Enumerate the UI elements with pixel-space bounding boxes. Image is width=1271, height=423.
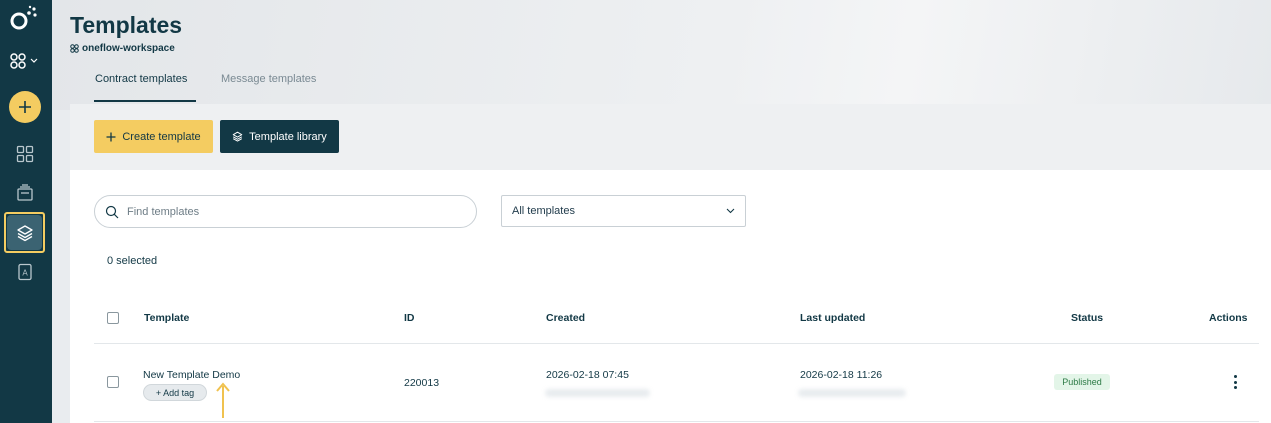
workspace-label: oneflow-workspace [70,43,175,54]
templates-layers-icon [16,224,33,241]
column-header-last-updated[interactable]: Last updated [800,312,865,324]
create-template-button[interactable]: Create template [94,120,213,153]
row-checkbox[interactable] [107,376,119,388]
search-input[interactable] [127,205,447,218]
address-book-icon: A [18,263,32,281]
template-library-button[interactable]: Template library [220,120,339,153]
updated-date: 2026-02-18 11:26 [800,369,883,381]
tab-message-templates[interactable]: Message templates [221,73,316,85]
sidebar-item-documents[interactable] [12,180,38,206]
row-actions-menu-icon[interactable] [1229,374,1241,390]
search-icon [105,205,119,218]
workspace-switch-icon [10,53,26,69]
active-tab-indicator [94,100,196,102]
oneflow-logo-icon[interactable] [10,5,40,33]
svg-text:A: A [22,269,28,278]
template-library-label: Template library [249,130,327,143]
template-id: 220013 [404,377,440,389]
workspace-name: oneflow-workspace [82,43,175,54]
selected-count: 0 selected [107,255,158,267]
row-divider [94,421,1259,422]
sidebar-item-dashboard[interactable] [12,141,38,167]
pointer-arrow-icon [216,382,230,418]
page-header [52,0,1271,110]
template-type-value: All templates [512,205,575,217]
header-divider [94,343,1259,344]
create-template-label: Create template [122,130,201,143]
templates-layers-icon [232,131,243,142]
chevron-down-icon [30,58,38,63]
column-header-id[interactable]: ID [404,312,415,324]
column-header-created[interactable]: Created [546,312,585,324]
select-all-checkbox[interactable] [107,312,119,324]
column-header-actions: Actions [1209,312,1248,324]
column-header-status: Status [1071,312,1104,324]
template-type-select[interactable]: All templates [501,195,746,227]
sidebar-item-address-book[interactable]: A [12,259,38,285]
created-date: 2026-02-18 07:45 [546,369,629,381]
create-new-button[interactable] [9,91,41,123]
page-title: Templates [70,12,183,38]
created-by-redacted [545,389,650,397]
plus-icon [19,101,31,113]
search-field[interactable] [94,195,477,228]
workspace-icon [70,44,79,53]
updated-by-redacted [798,389,906,397]
chevron-down-icon [726,208,735,214]
documents-icon [17,184,33,201]
column-header-template[interactable]: Template [144,312,189,324]
tab-contract-templates[interactable]: Contract templates [95,73,187,85]
dashboard-grid-icon [16,145,34,163]
sidebar-item-templates[interactable] [7,215,42,250]
status-badge: Published [1054,374,1110,390]
plus-icon [106,132,116,141]
add-tag-button[interactable]: + Add tag [143,384,207,401]
workspace-switcher[interactable] [9,52,39,70]
